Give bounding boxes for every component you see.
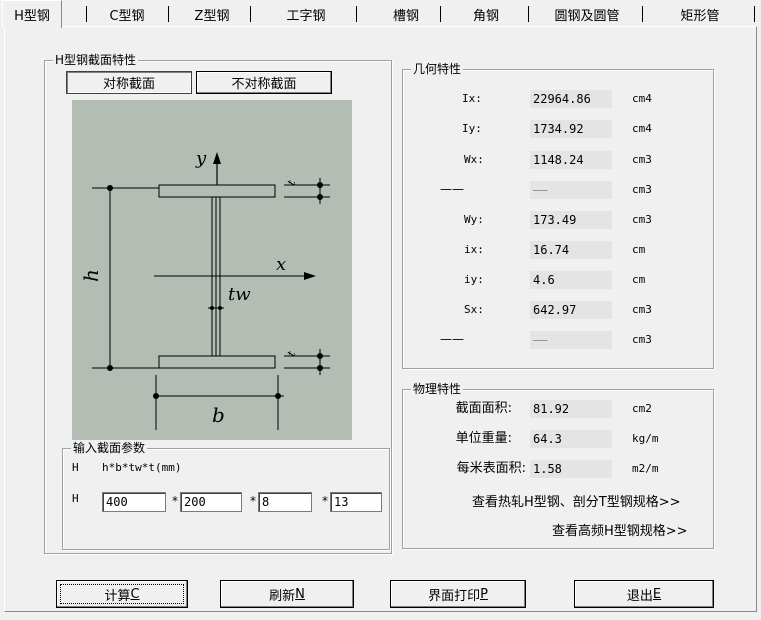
geo-value-wx: 1148.24 (530, 151, 612, 169)
geo-unit-sx: cm3 (632, 303, 652, 316)
high-frequency-spec-link[interactable]: 查看高频H型钢规格>> (552, 520, 688, 539)
y-axis-label: y (195, 148, 207, 169)
geo-label-iy: Iy: (462, 122, 482, 135)
refresh-button[interactable]: 刷新 N (220, 580, 354, 608)
geo-value-blank-2: —— (530, 331, 612, 349)
geo-value-wy: 173.49 (530, 211, 612, 229)
geo-label-ix-radius: ix: (464, 243, 484, 256)
input-row-prefix: H (72, 461, 79, 474)
tab-i-beam[interactable]: 工字钢 (258, 2, 354, 26)
x-axis-label: x (276, 254, 286, 275)
geo-label-iy-radius: iy: (464, 273, 484, 286)
phys-unit-area: cm2 (632, 402, 652, 415)
tab-separator (168, 6, 169, 22)
geo-unit-ix-radius: cm (632, 243, 646, 256)
tab-rect-pipe[interactable]: 矩形管 (648, 2, 752, 26)
geo-unit-blank-2: cm3 (632, 333, 652, 346)
tab-separator (250, 6, 251, 22)
tab-round-pipe[interactable]: 圆钢及圆管 (532, 2, 642, 26)
tab-separator (754, 6, 755, 22)
geo-value-blank-1: —— (530, 181, 612, 199)
calculate-button[interactable]: 计算 C (56, 580, 188, 608)
hot-rolled-spec-link[interactable]: 查看热轧H型钢、剖分T型钢规格>> (472, 491, 681, 510)
exit-button[interactable]: 退出 E (574, 580, 714, 608)
multiply-sign: * (172, 494, 178, 508)
geo-unit-iy-radius: cm (632, 273, 646, 286)
tab-z-steel[interactable]: Z型钢 (174, 2, 250, 26)
phys-label-area: 截面面积: (455, 401, 512, 416)
input-params-title: 输入截面参数 (71, 441, 148, 455)
input-tw[interactable]: 8 (258, 492, 312, 512)
input-b[interactable]: 200 (180, 492, 242, 512)
focus-ring (60, 584, 184, 604)
geo-unit-wy: cm3 (632, 213, 652, 226)
geo-unit-wx: cm3 (632, 153, 652, 166)
tab-channel[interactable]: 槽钢 (364, 2, 448, 26)
geometry-title: 几何特性 (411, 62, 464, 76)
phys-value-weight: 64.3 (530, 430, 612, 448)
geo-label-sx: Sx: (464, 303, 484, 316)
height-label: h (79, 269, 103, 282)
tab-separator (528, 6, 529, 22)
tab-separator (440, 6, 441, 22)
geo-value-iy: 1734.92 (530, 120, 612, 138)
geo-value-ix-radius: 16.74 (530, 241, 612, 259)
input-formula: h*b*tw*t(mm) (102, 461, 182, 474)
asymmetric-section-button[interactable]: 不对称截面 (196, 71, 332, 94)
geo-unit-blank-1: cm3 (632, 183, 652, 196)
geo-unit-iy: cm4 (632, 122, 652, 135)
h-section-diagram: y x tw b h t t (72, 100, 352, 440)
web-thickness-label: tw (228, 284, 251, 305)
geo-value-iy-radius: 4.6 (530, 271, 612, 289)
geo-value-ix: 22964.86 (530, 90, 612, 108)
tab-bar: H型钢 C型钢 Z型钢 工字钢 槽钢 角钢 圆钢及圆管 矩形管 (0, 0, 761, 28)
geo-label-blank-1: —— (440, 182, 464, 196)
tab-separator (86, 6, 87, 22)
geo-label-wx: Wx: (464, 153, 484, 166)
multiply-sign: * (322, 494, 328, 508)
tab-separator (642, 6, 643, 22)
phys-label-surface: 每米表面积: (456, 461, 526, 476)
phys-label-weight: 单位重量: (455, 431, 512, 446)
symmetric-section-button[interactable]: 对称截面 (66, 71, 192, 94)
tab-h-steel[interactable]: H型钢 (2, 0, 62, 28)
physics-title: 物理特性 (411, 382, 464, 396)
tab-c-steel[interactable]: C型钢 (92, 2, 162, 26)
multiply-sign: * (250, 494, 256, 508)
geo-label-blank-2: —— (440, 332, 464, 346)
geo-label-ix: Ix: (462, 92, 482, 105)
tab-separator (356, 6, 357, 22)
input-row-prefix-2: H (72, 492, 79, 505)
input-h[interactable]: 400 (102, 492, 166, 512)
phys-value-area: 81.92 (530, 400, 612, 418)
input-t[interactable]: 13 (330, 492, 382, 512)
geo-value-sx: 642.97 (530, 301, 612, 319)
geo-unit-ix: cm4 (632, 92, 652, 105)
print-button[interactable]: 界面打印 P (390, 580, 526, 608)
width-label: b (212, 403, 225, 427)
phys-unit-weight: kg/m (632, 432, 659, 445)
phys-unit-surface: m2/m (632, 462, 659, 475)
section-title: H型钢截面特性 (53, 53, 139, 67)
tab-angle[interactable]: 角钢 (446, 2, 526, 26)
phys-value-surface: 1.58 (530, 460, 612, 478)
geo-label-wy: Wy: (464, 213, 484, 226)
